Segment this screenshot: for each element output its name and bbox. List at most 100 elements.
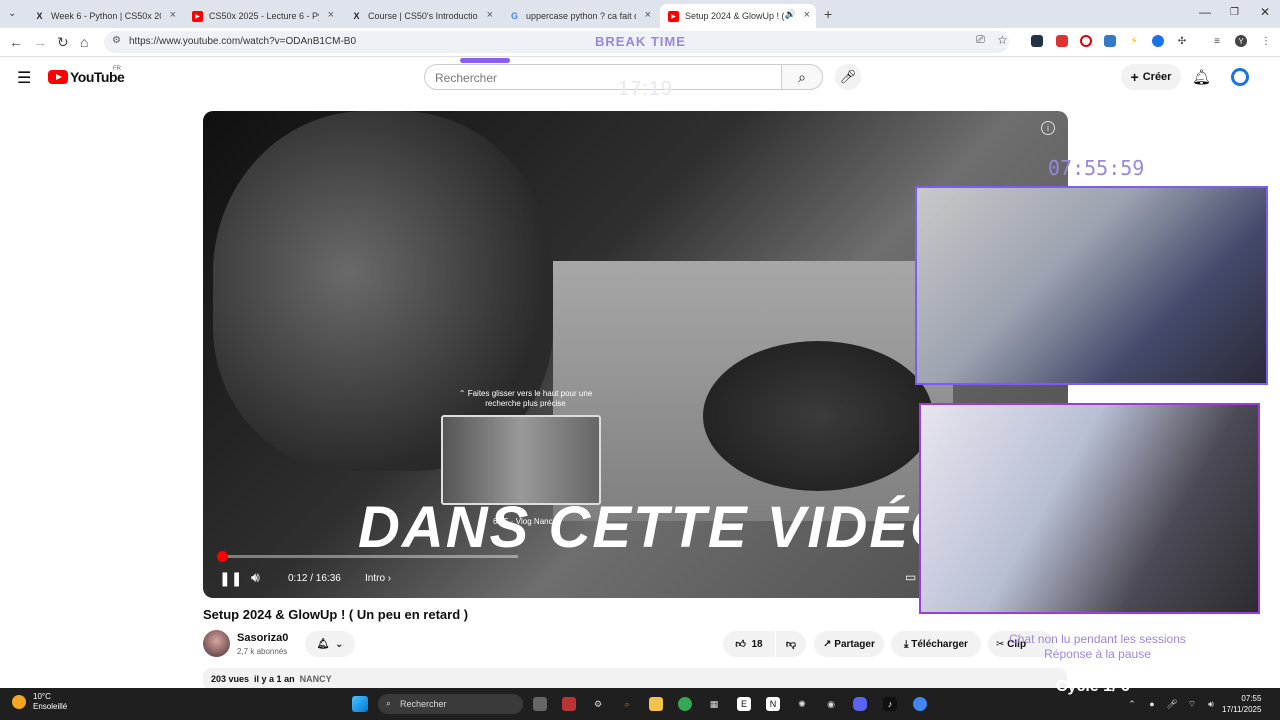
account-avatar[interactable]	[1231, 68, 1249, 86]
volume-icon[interactable]: 🔊︎	[251, 569, 260, 586]
share-icon: ↗	[823, 638, 832, 650]
task-view-icon[interactable]	[533, 697, 547, 711]
progress-track[interactable]	[218, 555, 518, 558]
forward-icon[interactable]: →	[33, 34, 47, 50]
chatgpt-icon[interactable]: ✺	[795, 697, 809, 711]
chrome-icon[interactable]	[678, 697, 692, 711]
download-button[interactable]: ⤓ Télécharger	[891, 631, 981, 657]
discord-icon[interactable]	[853, 697, 867, 711]
subscribe-bell-button[interactable]: 🔔︎ ⌄	[305, 631, 355, 657]
grid-app-icon[interactable]: ▦	[707, 697, 721, 711]
youtube-icon: ▶	[668, 10, 679, 22]
browser-menu-icon[interactable]: ⋮	[1260, 35, 1272, 47]
home-icon[interactable]: ⌂	[80, 34, 88, 50]
search-input[interactable]: Rechercher	[424, 64, 782, 90]
chapter-button[interactable]: Intro ›	[365, 573, 391, 584]
notion-icon[interactable]: N	[766, 697, 780, 711]
channel-name[interactable]: Sasoriza0	[237, 632, 288, 644]
taskbar-date: 17/11/2025	[1222, 705, 1262, 714]
volume-icon[interactable]: 🔊︎	[1204, 697, 1218, 711]
pause-icon[interactable]: ❚❚	[219, 570, 242, 587]
create-label: Créer	[1142, 71, 1172, 83]
close-icon[interactable]: ×	[170, 9, 176, 21]
channel-avatar[interactable]	[203, 630, 230, 657]
tab-title: uppercase python ? ca fait quo	[526, 11, 636, 21]
browser-tab-4[interactable]: G uppercase python ? ca fait quo ×	[501, 4, 657, 28]
epic-games-icon[interactable]: E	[737, 697, 751, 711]
voice-search-button[interactable]: 🎤︎	[835, 64, 861, 90]
back-icon[interactable]: ←	[9, 34, 23, 50]
share-label: Partager	[834, 638, 875, 650]
browser-tab-strip: ⌄ X Week 6 - Python | CS50x 2025 × ▶ CS5…	[0, 0, 1280, 28]
break-time-label: BREAK TIME	[595, 34, 686, 49]
site-info-icon[interactable]: ⚙	[112, 35, 121, 46]
weather-widget[interactable]: 10°C Ensoleillé	[12, 692, 67, 712]
view-count: 203 vues	[211, 674, 250, 684]
audio-icon[interactable]: 🔊	[785, 9, 796, 20]
search-icon: ⌕	[798, 69, 806, 85]
file-explorer-icon[interactable]	[649, 697, 663, 711]
create-button[interactable]: + Créer	[1121, 64, 1181, 90]
taskbar-clock[interactable]: 07:55 17/11/2025	[1222, 693, 1261, 715]
tab-search-icon[interactable]: ⌄	[8, 8, 16, 19]
notifications-bell-icon[interactable]: 🔔︎	[1192, 68, 1211, 86]
close-icon[interactable]: ×	[804, 9, 810, 21]
tab-title: Week 6 - Python | CS50x 2025	[51, 11, 161, 21]
close-icon[interactable]: ×	[645, 9, 651, 21]
close-window-icon[interactable]: ✕	[1260, 5, 1270, 19]
browser-tab-3[interactable]: X Course | CS50's Introduction to ×	[343, 4, 499, 28]
media-control-icon[interactable]: ≡	[1211, 35, 1223, 47]
tiktok-icon[interactable]: ♪	[883, 697, 897, 711]
new-tab-icon[interactable]: +	[824, 6, 832, 22]
tray-app-icon[interactable]: ●	[1145, 697, 1159, 711]
search-button[interactable]: ⌕	[781, 64, 823, 90]
minimize-icon[interactable]: —	[1199, 5, 1211, 19]
hamburger-menu-icon[interactable]: ☰	[17, 68, 31, 88]
app-icon[interactable]	[562, 697, 576, 711]
reload-icon[interactable]: ↻	[57, 34, 69, 51]
tray-chevron-up-icon[interactable]: ⌃	[1125, 697, 1139, 711]
settings-gear-icon[interactable]: ⚙	[591, 697, 605, 711]
video-location[interactable]: NANCY	[300, 674, 332, 684]
chevron-down-icon: ⌄	[334, 638, 344, 650]
stream-clock: 07:55:59	[1048, 156, 1145, 180]
timer-progress-bar	[460, 58, 510, 63]
extension-record-icon[interactable]	[1080, 35, 1092, 47]
bookmark-star-icon[interactable]: ☆	[997, 33, 1008, 47]
profile-avatar-icon[interactable]: Y	[1235, 35, 1247, 47]
cast-icon[interactable]: ⎚	[976, 34, 985, 47]
taskbar-search-placeholder: Rechercher	[400, 699, 447, 709]
search-icon: ⌕	[386, 698, 392, 708]
chrome-active-icon[interactable]	[913, 697, 927, 711]
url-text: https://www.youtube.com/watch?v=ODAnB1CM…	[129, 36, 357, 47]
extension-bolt-icon[interactable]: ⚡	[1128, 35, 1140, 47]
extensions-puzzle-icon[interactable]: ✣	[1176, 35, 1188, 47]
wifi-icon[interactable]: ⌔	[1185, 697, 1199, 711]
extension-vpn-icon[interactable]	[1152, 35, 1164, 47]
browser-tab-1[interactable]: X Week 6 - Python | CS50x 2025 ×	[26, 4, 182, 28]
browser-tab-2[interactable]: ▶ CS50x 2025 - Lecture 6 - Pytho ×	[184, 4, 340, 28]
info-icon[interactable]: i	[1041, 121, 1055, 135]
search-app-icon[interactable]: ⌕	[620, 697, 634, 711]
dislike-button[interactable]: 👎︎	[776, 631, 806, 657]
browser-tab-5[interactable]: ▶ Setup 2024 & GlowUp ! ( Un 🔊 ×	[660, 4, 816, 28]
close-icon[interactable]: ×	[328, 9, 334, 21]
extension-badge-icon[interactable]	[1056, 35, 1068, 47]
video-caption: DANS CETTE VIDÉO	[358, 495, 958, 560]
address-bar[interactable]: ⚙ https://www.youtube.com/watch?v=ODAnB1…	[104, 31, 1009, 53]
windows-start-icon[interactable]	[352, 696, 368, 712]
like-button[interactable]: 👍︎ 18	[723, 631, 775, 657]
progress-scrubber[interactable]	[216, 551, 228, 562]
share-button[interactable]: ↗ Partager	[814, 631, 884, 657]
extension-shield-icon[interactable]	[1031, 35, 1043, 47]
subtitles-icon[interactable]: ▭	[905, 570, 916, 584]
taskbar-search[interactable]: ⌕ Rechercher	[378, 694, 523, 714]
obs-icon[interactable]: ◉	[824, 697, 838, 711]
extension-globe-icon[interactable]	[1104, 35, 1116, 47]
tray-mic-icon[interactable]: 🎤︎	[1165, 697, 1179, 711]
close-icon[interactable]: ×	[487, 9, 493, 21]
thumbs-up-icon: 👍︎	[735, 639, 746, 650]
video-description-box[interactable]: 203 vues il y a 1 an NANCY	[203, 668, 1067, 690]
restore-icon[interactable]: ❐	[1230, 7, 1239, 18]
chevron-up-icon: ⌃	[458, 389, 468, 398]
